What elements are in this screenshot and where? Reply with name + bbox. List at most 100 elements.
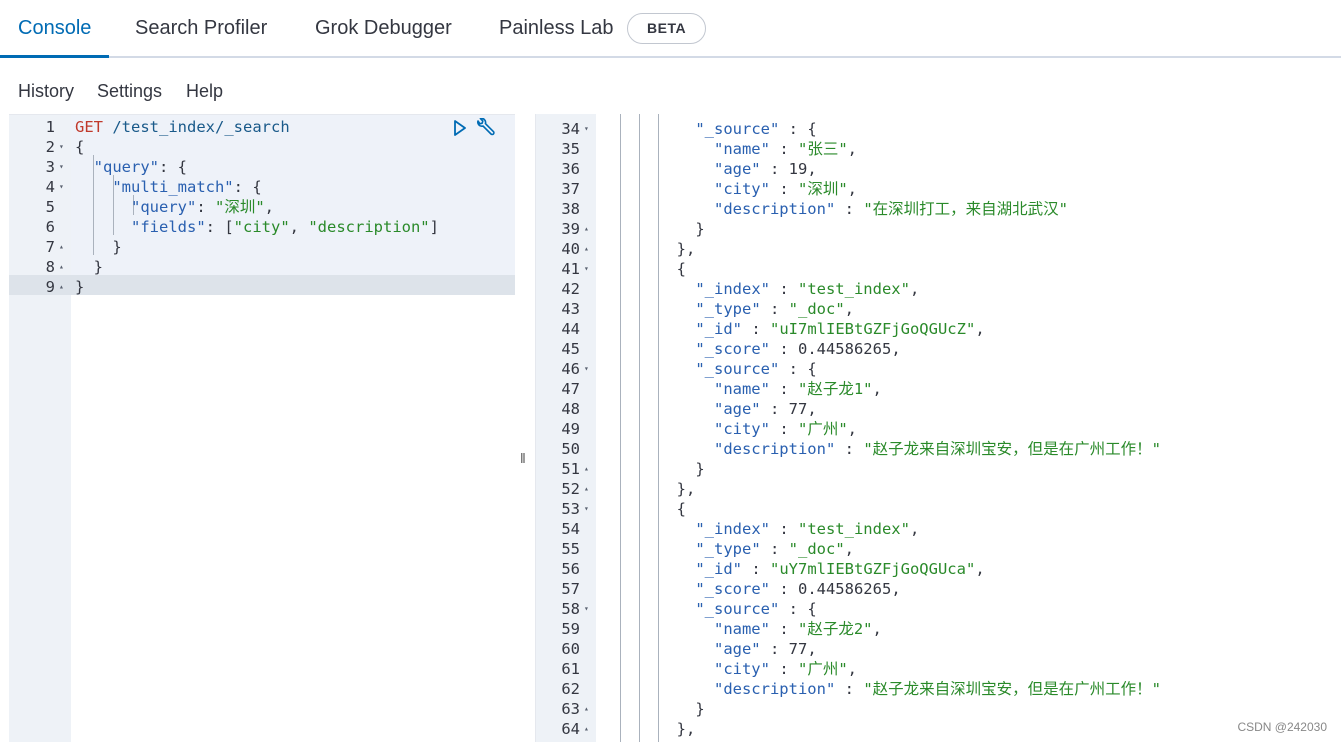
response-viewer[interactable]: 34 ▾ "_source" : {35 "name" : "张三", 36 "ag… bbox=[535, 114, 1341, 742]
line-number: 4 bbox=[45, 178, 55, 196]
line-number: 38 bbox=[561, 200, 580, 218]
line-number: 3 bbox=[45, 158, 55, 176]
help-link[interactable]: Help bbox=[186, 81, 223, 102]
code-text: "age" : 19, bbox=[713, 160, 817, 178]
code-text: } bbox=[602, 700, 705, 718]
resize-grip-icon[interactable]: ‖ bbox=[520, 450, 526, 466]
code-text: "city" : "广州", bbox=[713, 660, 857, 678]
line-number: 9 bbox=[45, 278, 55, 296]
tab-painless-lab[interactable]: Painless Lab bbox=[481, 0, 632, 57]
line-number: 52 bbox=[561, 480, 580, 498]
beta-badge: BETA bbox=[627, 13, 707, 44]
fold-toggle-icon[interactable]: ▴ bbox=[59, 277, 64, 297]
code-text: "fields": ["city", "description"] bbox=[131, 218, 439, 236]
code-text: { bbox=[602, 500, 686, 518]
line-number: 5 bbox=[45, 198, 55, 216]
line-number: 8 bbox=[45, 258, 55, 276]
code-text: "query": { bbox=[93, 158, 187, 176]
fold-toggle-icon[interactable]: ▴ bbox=[584, 459, 589, 479]
code-text: { bbox=[75, 138, 85, 156]
tab-grok-debugger[interactable]: Grok Debugger bbox=[297, 0, 470, 57]
fold-toggle-icon[interactable]: ▾ bbox=[584, 359, 589, 379]
code-text: "_source" : { bbox=[695, 360, 817, 378]
settings-link[interactable]: Settings bbox=[97, 81, 162, 102]
wrench-icon[interactable] bbox=[474, 118, 496, 138]
line-number: 57 bbox=[561, 580, 580, 598]
line-number: 40 bbox=[561, 240, 580, 258]
code-text: } bbox=[602, 460, 705, 478]
line-number: 61 bbox=[561, 660, 580, 678]
code-text: } bbox=[602, 220, 705, 238]
line-number: 45 bbox=[561, 340, 580, 358]
line-number: 50 bbox=[561, 440, 580, 458]
fold-toggle-icon[interactable]: ▾ bbox=[584, 119, 589, 139]
code-text: "_score" : 0.44586265, bbox=[695, 340, 901, 358]
fold-toggle-icon[interactable]: ▾ bbox=[584, 499, 589, 519]
line-number: 1 bbox=[45, 118, 55, 136]
line-number: 62 bbox=[561, 680, 580, 698]
fold-toggle-icon[interactable]: ▴ bbox=[584, 239, 589, 259]
line-number: 44 bbox=[561, 320, 580, 338]
code-text: { bbox=[602, 260, 686, 278]
line-number: 48 bbox=[561, 400, 580, 418]
line-number: 34 bbox=[561, 120, 580, 138]
line-number: 49 bbox=[561, 420, 580, 438]
line-number: 55 bbox=[561, 540, 580, 558]
line-number: 63 bbox=[561, 700, 580, 718]
code-text: "description" : "赵子龙来自深圳宝安，但是在广州工作！" bbox=[713, 440, 1161, 458]
code-text: "_source" : { bbox=[695, 600, 817, 618]
code-text: "description" : "在深圳打工，来自湖北武汉" bbox=[713, 200, 1068, 218]
line-number: 43 bbox=[561, 300, 580, 318]
fold-toggle-icon[interactable]: ▾ bbox=[584, 259, 589, 279]
code-text: "_source" : { bbox=[695, 120, 817, 138]
code-text: "_id" : "uY7mlIEBtGZFjGoQGUca", bbox=[695, 560, 985, 578]
line-number: 42 bbox=[561, 280, 580, 298]
line-number: 35 bbox=[561, 140, 580, 158]
line-number: 2 bbox=[45, 138, 55, 156]
line-number: 36 bbox=[561, 160, 580, 178]
code-text: } bbox=[75, 258, 103, 276]
line-number: 46 bbox=[561, 360, 580, 378]
code-text: }, bbox=[602, 480, 696, 498]
fold-toggle-icon[interactable]: ▾ bbox=[59, 177, 64, 197]
line-number: 58 bbox=[561, 600, 580, 618]
code-text: "name" : "张三", bbox=[713, 140, 857, 158]
code-text: "city" : "深圳", bbox=[713, 180, 857, 198]
line-number: 39 bbox=[561, 220, 580, 238]
code-text: }, bbox=[602, 240, 696, 258]
line-number: 53 bbox=[561, 500, 580, 518]
line-number: 64 bbox=[561, 720, 580, 738]
watermark: CSDN @242030 bbox=[1237, 720, 1327, 734]
fold-toggle-icon[interactable]: ▴ bbox=[584, 479, 589, 499]
panel-resizer[interactable]: ‖ bbox=[515, 114, 535, 742]
code-text: "age" : 77, bbox=[713, 400, 817, 418]
tab-search-profiler[interactable]: Search Profiler bbox=[117, 0, 285, 57]
console-menu: History Settings Help bbox=[0, 60, 1341, 114]
fold-toggle-icon[interactable]: ▴ bbox=[59, 257, 64, 277]
code-text: "age" : 77, bbox=[713, 640, 817, 658]
line-number: 59 bbox=[561, 620, 580, 638]
code-text: "city" : "广州", bbox=[713, 420, 857, 438]
code-text: } bbox=[75, 238, 122, 256]
line-number: 41 bbox=[561, 260, 580, 278]
line-number: 47 bbox=[561, 380, 580, 398]
code-text: "description" : "赵子龙来自深圳宝安，但是在广州工作！" bbox=[713, 680, 1161, 698]
line-number: 60 bbox=[561, 640, 580, 658]
fold-toggle-icon[interactable]: ▴ bbox=[584, 719, 589, 739]
fold-toggle-icon[interactable]: ▴ bbox=[584, 699, 589, 719]
code-text: "_type" : "_doc", bbox=[695, 300, 854, 318]
tab-console[interactable]: Console bbox=[0, 0, 110, 58]
code-text: "multi_match": { bbox=[112, 178, 262, 196]
fold-toggle-icon[interactable]: ▴ bbox=[584, 219, 589, 239]
line-number: 51 bbox=[561, 460, 580, 478]
active-line bbox=[9, 275, 515, 295]
line-number: 37 bbox=[561, 180, 580, 198]
fold-toggle-icon[interactable]: ▾ bbox=[59, 137, 64, 157]
history-link[interactable]: History bbox=[18, 81, 74, 102]
fold-toggle-icon[interactable]: ▾ bbox=[59, 157, 64, 177]
code-text: "name" : "赵子龙2", bbox=[713, 620, 882, 638]
play-icon[interactable] bbox=[452, 119, 468, 137]
fold-toggle-icon[interactable]: ▾ bbox=[584, 599, 589, 619]
fold-toggle-icon[interactable]: ▴ bbox=[59, 237, 64, 257]
request-editor[interactable]: 1 GET /test_index/_search 2 ▾{3 ▾ "query": {… bbox=[9, 114, 515, 742]
